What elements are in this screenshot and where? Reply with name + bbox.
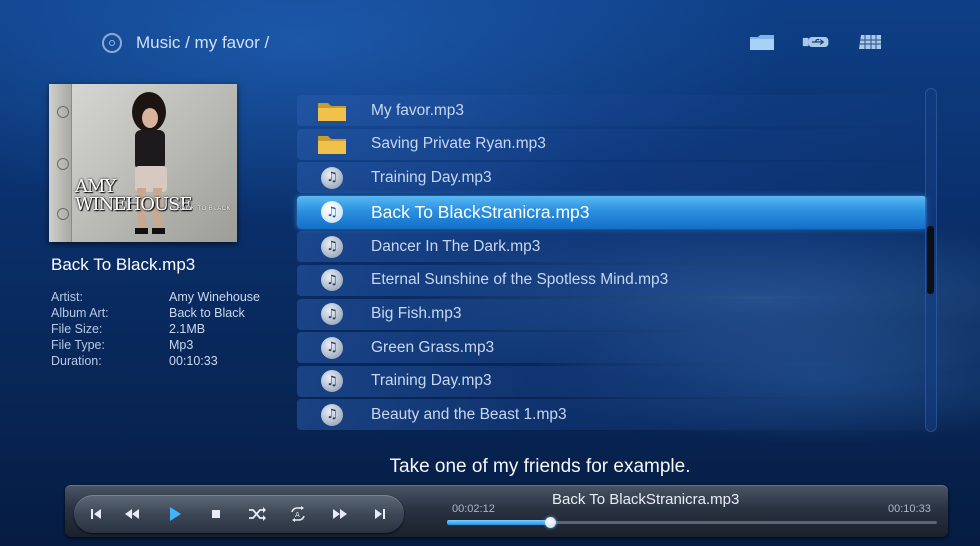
music-note-icon: ♫ bbox=[317, 268, 347, 292]
list-item[interactable]: ♫ Eternal Sunshine of the Spotless Mind.m… bbox=[297, 264, 927, 296]
album-cover-title: AMY WINEHOUSE bbox=[75, 176, 193, 215]
music-note-icon: ♫ bbox=[317, 336, 347, 360]
list-item-label: Training Day.mp3 bbox=[371, 168, 492, 186]
song-metadata: Artist: Amy Winehouse Album Art: Back to B… bbox=[51, 289, 260, 369]
skip-next-icon[interactable] bbox=[368, 505, 392, 523]
list-item-label: Big Fish.mp3 bbox=[371, 305, 462, 323]
music-note-icon: ♫ bbox=[317, 302, 347, 326]
stop-icon[interactable] bbox=[204, 505, 228, 523]
music-note-icon: ♫ bbox=[317, 166, 347, 190]
grid-view-icon[interactable] bbox=[856, 32, 884, 52]
breadcrumb-bar: Music / my favor / bbox=[102, 30, 269, 56]
list-item-label: Saving Private Ryan.mp3 bbox=[371, 135, 546, 153]
music-note-icon: ♫ bbox=[317, 200, 347, 224]
breadcrumb: Music / my favor / bbox=[136, 33, 270, 52]
folder-icon[interactable] bbox=[748, 32, 776, 52]
list-item[interactable]: ♫ Training Day.mp3 bbox=[297, 365, 927, 397]
list-item-label: Green Grass.mp3 bbox=[371, 338, 495, 356]
skip-previous-icon[interactable] bbox=[84, 505, 108, 523]
album-art: AMY WINEHOUSE BACK TO BLACK bbox=[49, 84, 237, 242]
list-item[interactable]: ♫ Dancer In The Dark.mp3 bbox=[297, 231, 927, 263]
total-time: 00:10:33 bbox=[888, 503, 931, 515]
list-item[interactable]: Saving Private Ryan.mp3 bbox=[297, 128, 927, 160]
album-cover-figure bbox=[132, 92, 167, 234]
progress-knob[interactable] bbox=[545, 517, 556, 528]
lyrics-subtitle: Take one of my friends for example. bbox=[389, 456, 691, 477]
scrollbar-thumb[interactable] bbox=[927, 226, 934, 294]
now-playing-title: Back To BlackStranicra.mp3 bbox=[552, 491, 740, 508]
metadata-row-album: Album Art: Back to Black bbox=[51, 306, 245, 320]
top-toolbar bbox=[748, 32, 884, 52]
list-item-label: Back To BlackStranicra.mp3 bbox=[371, 201, 590, 222]
list-item-label: My favor.mp3 bbox=[371, 101, 465, 119]
list-item-selected[interactable]: ♫ Back To BlackStranicra.mp3 bbox=[297, 195, 927, 229]
list-item[interactable]: ♫ Training Day.mp3 bbox=[297, 162, 927, 194]
list-item[interactable]: ♫ Green Grass.mp3 bbox=[297, 332, 927, 364]
album-cover-subtitle: BACK TO BLACK bbox=[177, 206, 231, 212]
music-note-icon: ♫ bbox=[317, 235, 347, 259]
current-song-title: Back To Black.mp3 bbox=[51, 255, 196, 274]
music-note-icon: ♫ bbox=[317, 369, 347, 393]
play-icon[interactable] bbox=[163, 505, 187, 523]
cd-case-spine bbox=[49, 84, 72, 242]
elapsed-time: 00:02:12 bbox=[452, 503, 495, 515]
repeat-all-icon[interactable]: A bbox=[286, 505, 310, 523]
fast-forward-icon[interactable] bbox=[328, 505, 352, 523]
shuffle-icon[interactable] bbox=[245, 505, 269, 523]
list-item-label: Beauty and the Beast 1.mp3 bbox=[371, 405, 567, 423]
svg-text:A: A bbox=[295, 511, 300, 519]
list-item[interactable]: ♫ Big Fish.mp3 bbox=[297, 298, 927, 330]
progress-fill bbox=[447, 520, 550, 525]
folder-icon bbox=[317, 132, 347, 156]
folder-icon bbox=[317, 99, 347, 123]
rewind-icon[interactable] bbox=[120, 505, 144, 523]
disc-icon bbox=[102, 33, 122, 53]
usb-icon[interactable] bbox=[802, 32, 830, 52]
metadata-row-file-type: File Type: Mp3 bbox=[51, 338, 194, 352]
metadata-row-duration: Duration: 00:10:33 bbox=[51, 354, 218, 368]
metadata-row-artist: Artist: Amy Winehouse bbox=[51, 290, 261, 304]
list-item-label: Eternal Sunshine of the Spotless Mind.mp… bbox=[371, 271, 669, 289]
list-item-label: Training Day.mp3 bbox=[371, 372, 492, 390]
file-list: My favor.mp3 Saving Private Ryan.mp3 ♫ Trai… bbox=[297, 95, 927, 433]
list-item[interactable]: ♫ Beauty and the Beast 1.mp3 bbox=[297, 399, 927, 431]
list-item-label: Dancer In The Dark.mp3 bbox=[371, 237, 541, 255]
list-item[interactable]: My favor.mp3 bbox=[297, 95, 927, 126]
metadata-row-file-size: File Size: 2.1MB bbox=[51, 322, 206, 336]
music-note-icon: ♫ bbox=[317, 403, 347, 427]
